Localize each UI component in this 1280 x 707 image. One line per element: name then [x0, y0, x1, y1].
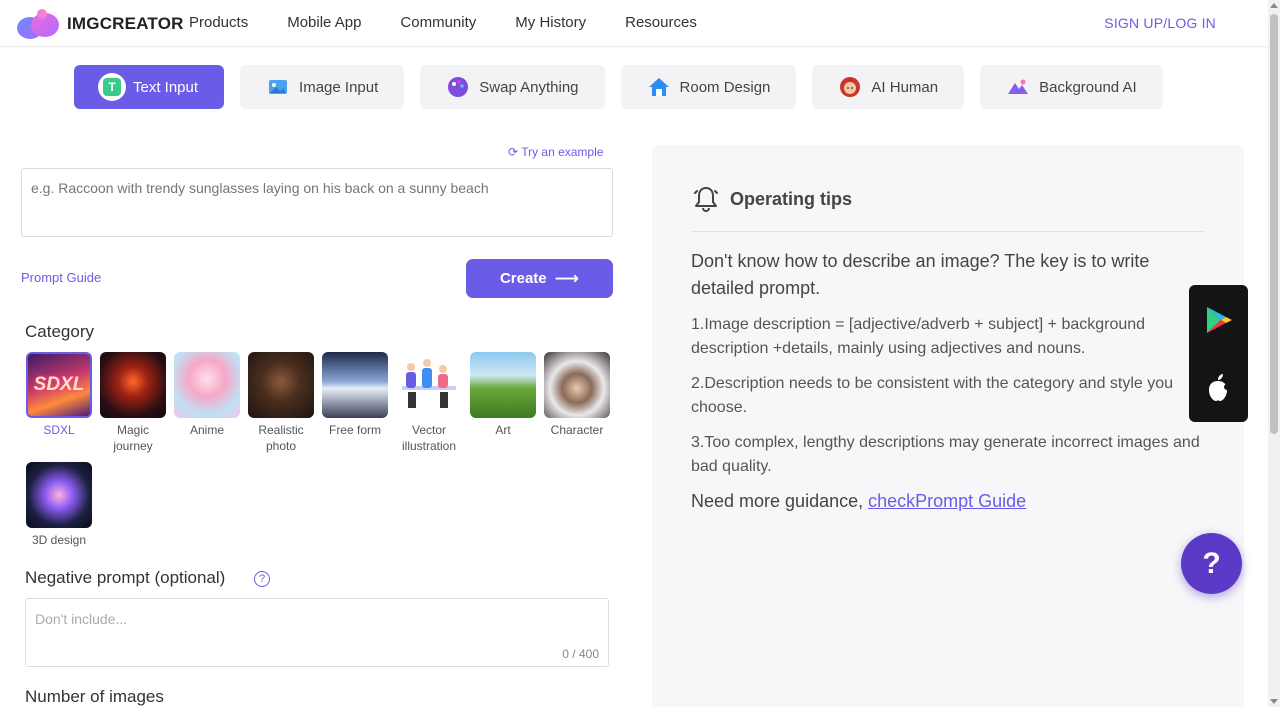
category-thumbnail: SDXL	[26, 352, 92, 418]
category-thumbnail	[26, 462, 92, 528]
category-label: Art	[495, 423, 511, 437]
tips-lead: Don't know how to describe an image? The…	[691, 251, 1150, 298]
thumbnail-text: SDXL	[33, 374, 85, 395]
category-label: Free form	[328, 423, 381, 437]
category-thumbnail	[396, 352, 462, 418]
category-thumbnail	[174, 352, 240, 418]
tab-label: Swap Anything	[479, 78, 579, 96]
header: IMGCREATOR Products Mobile App Community…	[0, 0, 1268, 47]
category-label: Anime	[189, 423, 224, 437]
tips-more-prefix: Need more guidance,	[691, 491, 869, 511]
tip-item: 2.Description needs to be consistent wit…	[691, 375, 1174, 416]
scroll-down-arrow-icon[interactable]	[1270, 699, 1278, 704]
arrow-right-icon: ⟶	[554, 268, 580, 288]
main-nav: Products Mobile App Community My History…	[189, 14, 736, 31]
operating-tips-panel: Operating tips Don't know how to describ…	[652, 145, 1244, 707]
category-thumbnail	[248, 352, 314, 418]
category-character[interactable]: Character	[543, 352, 611, 438]
category-vector-illustration[interactable]: Vector illustration	[395, 352, 463, 454]
logo[interactable]: IMGCREATOR	[17, 9, 184, 39]
category-thumbnail	[470, 352, 536, 418]
tip-item: 3.Too complex, lengthy descriptions may …	[691, 434, 1200, 475]
negative-prompt-title: Negative prompt (optional)	[25, 568, 226, 587]
category-realistic-photo[interactable]: Realistic photo	[247, 352, 315, 454]
logo-icon	[17, 9, 63, 39]
scrollbar-thumb[interactable]	[1270, 14, 1278, 434]
tips-divider	[692, 231, 1204, 232]
category-thumbnail	[100, 352, 166, 418]
category-thumbnail	[322, 352, 388, 418]
mode-tabs: T Text Input Image Input Swap Anything R…	[74, 65, 1179, 109]
create-button[interactable]: Create ⟶	[466, 259, 613, 298]
nav-resources[interactable]: Resources	[625, 14, 697, 31]
category-thumbnail	[544, 352, 610, 418]
category-label: Vector illustration	[401, 423, 457, 453]
page: IMGCREATOR Products Mobile App Community…	[0, 0, 1280, 707]
category-label: Magic journey	[113, 423, 153, 453]
tab-label: Background AI	[1039, 78, 1137, 96]
tip-item: 1.Image description = [adjective/adverb …	[691, 316, 1146, 357]
face-icon	[836, 73, 864, 101]
tab-text-input[interactable]: T Text Input	[74, 65, 225, 109]
bell-icon	[694, 187, 718, 213]
app-download-box	[1189, 285, 1248, 422]
tab-label: Room Design	[679, 78, 771, 96]
category-label: SDXL	[43, 423, 75, 437]
category-magic-journey[interactable]: Magic journey	[99, 352, 167, 454]
tab-image-input[interactable]: Image Input	[240, 65, 405, 109]
scroll-up-arrow-icon[interactable]	[1270, 3, 1278, 8]
image-icon	[264, 73, 292, 101]
category-title: Category	[25, 322, 94, 341]
try-example-label: Try an example	[521, 145, 604, 159]
nav-community[interactable]: Community	[400, 14, 476, 31]
number-of-images-title: Number of images	[25, 687, 164, 706]
negative-prompt-input[interactable]: Don't include... 0 / 400	[25, 598, 609, 667]
tips-more: Need more guidance, checkPrompt Guide	[691, 491, 1026, 512]
char-counter: 0 / 400	[562, 647, 599, 661]
tips-title: Operating tips	[730, 188, 853, 209]
mountain-icon	[1004, 73, 1032, 101]
google-play-icon[interactable]	[1204, 305, 1234, 335]
negative-prompt-placeholder: Don't include...	[35, 611, 128, 627]
tips-header: Operating tips	[692, 185, 852, 213]
tab-label: Image Input	[299, 78, 379, 96]
category-anime[interactable]: Anime	[173, 352, 241, 438]
tab-background-ai[interactable]: Background AI	[980, 65, 1163, 109]
scrollbar[interactable]	[1268, 0, 1280, 707]
try-example-link[interactable]: ⟳ Try an example	[508, 145, 603, 159]
category-label: Realistic photo	[258, 423, 304, 453]
text-input-icon: T	[98, 73, 126, 101]
help-button[interactable]: ?	[1181, 533, 1242, 594]
refresh-icon: ⟳	[508, 145, 519, 159]
nav-my-history[interactable]: My History	[515, 14, 586, 31]
category-free-form[interactable]: Free form	[321, 352, 389, 438]
prompt-input[interactable]	[21, 168, 613, 237]
nav-mobile-app[interactable]: Mobile App	[287, 14, 361, 31]
prompt-guide-link[interactable]: Prompt Guide	[21, 270, 101, 285]
palette-icon	[444, 73, 472, 101]
apple-icon[interactable]	[1204, 371, 1232, 403]
tab-label: AI Human	[871, 78, 939, 96]
category-sdxl[interactable]: SDXL SDXL	[25, 352, 93, 438]
category-3d-design[interactable]: 3D design	[25, 462, 93, 548]
login-link[interactable]: SIGN UP/LOG IN	[1104, 15, 1216, 31]
create-label: Create	[499, 270, 547, 287]
tab-ai-human[interactable]: AI Human	[812, 65, 965, 109]
nav-products[interactable]: Products	[189, 14, 248, 31]
tab-label: Text Input	[133, 78, 199, 96]
category-art[interactable]: Art	[469, 352, 537, 438]
tab-room-design[interactable]: Room Design	[620, 65, 797, 109]
category-label: Character	[550, 423, 604, 437]
tab-swap-anything[interactable]: Swap Anything	[420, 65, 605, 109]
logo-text: IMGCREATOR	[67, 14, 184, 33]
category-label: 3D design	[31, 533, 87, 547]
question-icon[interactable]: ?	[254, 571, 270, 587]
house-icon	[645, 73, 673, 101]
check-prompt-guide-link[interactable]: checkPrompt Guide	[868, 491, 1026, 511]
